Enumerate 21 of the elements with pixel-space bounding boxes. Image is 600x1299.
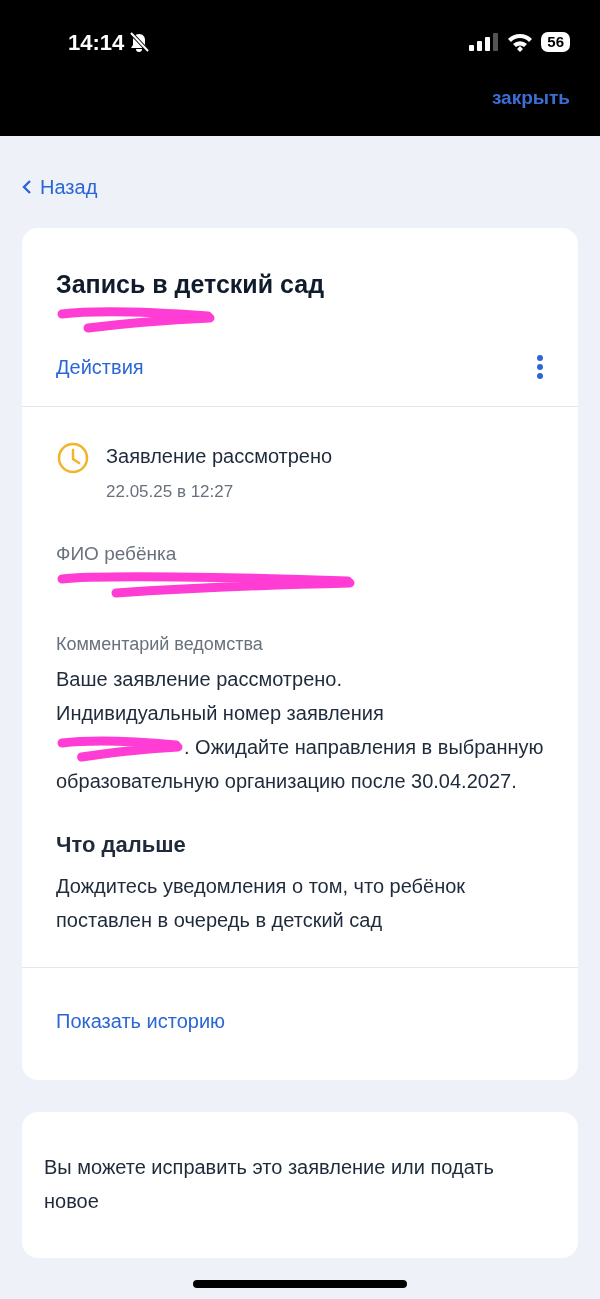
status-text: Заявление рассмотрено: [106, 443, 333, 469]
clock-time: 14:14: [68, 28, 125, 57]
battery-indicator: 56: [541, 32, 570, 52]
application-title: Запись в детский сад: [56, 269, 325, 300]
field-label: ФИО ребёнка: [56, 542, 178, 566]
history-link[interactable]: Показать историю: [56, 1009, 226, 1032]
chevron-left-icon: [22, 179, 32, 195]
clock-icon: [56, 440, 90, 475]
signal-icon: [469, 33, 500, 51]
actions-link[interactable]: Действия: [56, 351, 144, 382]
comment-text: Ваше заявление рассмотрено. Индивидуальный номер заявления: [56, 666, 385, 726]
section-heading: Что дальше: [56, 830, 187, 859]
close-link[interactable]: закрыть: [491, 84, 570, 113]
more-options-icon[interactable]: [536, 353, 544, 380]
status-date: 22.05.25 в 12:27: [106, 480, 235, 503]
comment-text: . Ожидайте направления в выбранную образовательную организацию после 30.04.2027.: [56, 735, 544, 792]
wifi-icon: [507, 32, 534, 52]
info-text: Дождитесь уведомления о том, что ребёнок поставлен в очередь в детский сад: [56, 873, 467, 933]
notice-text: Вы можете исправить это заявление или подать новое: [44, 1154, 495, 1214]
back-link[interactable]: Назад: [40, 172, 98, 202]
field-label: Комментарий ведомства: [56, 632, 264, 656]
